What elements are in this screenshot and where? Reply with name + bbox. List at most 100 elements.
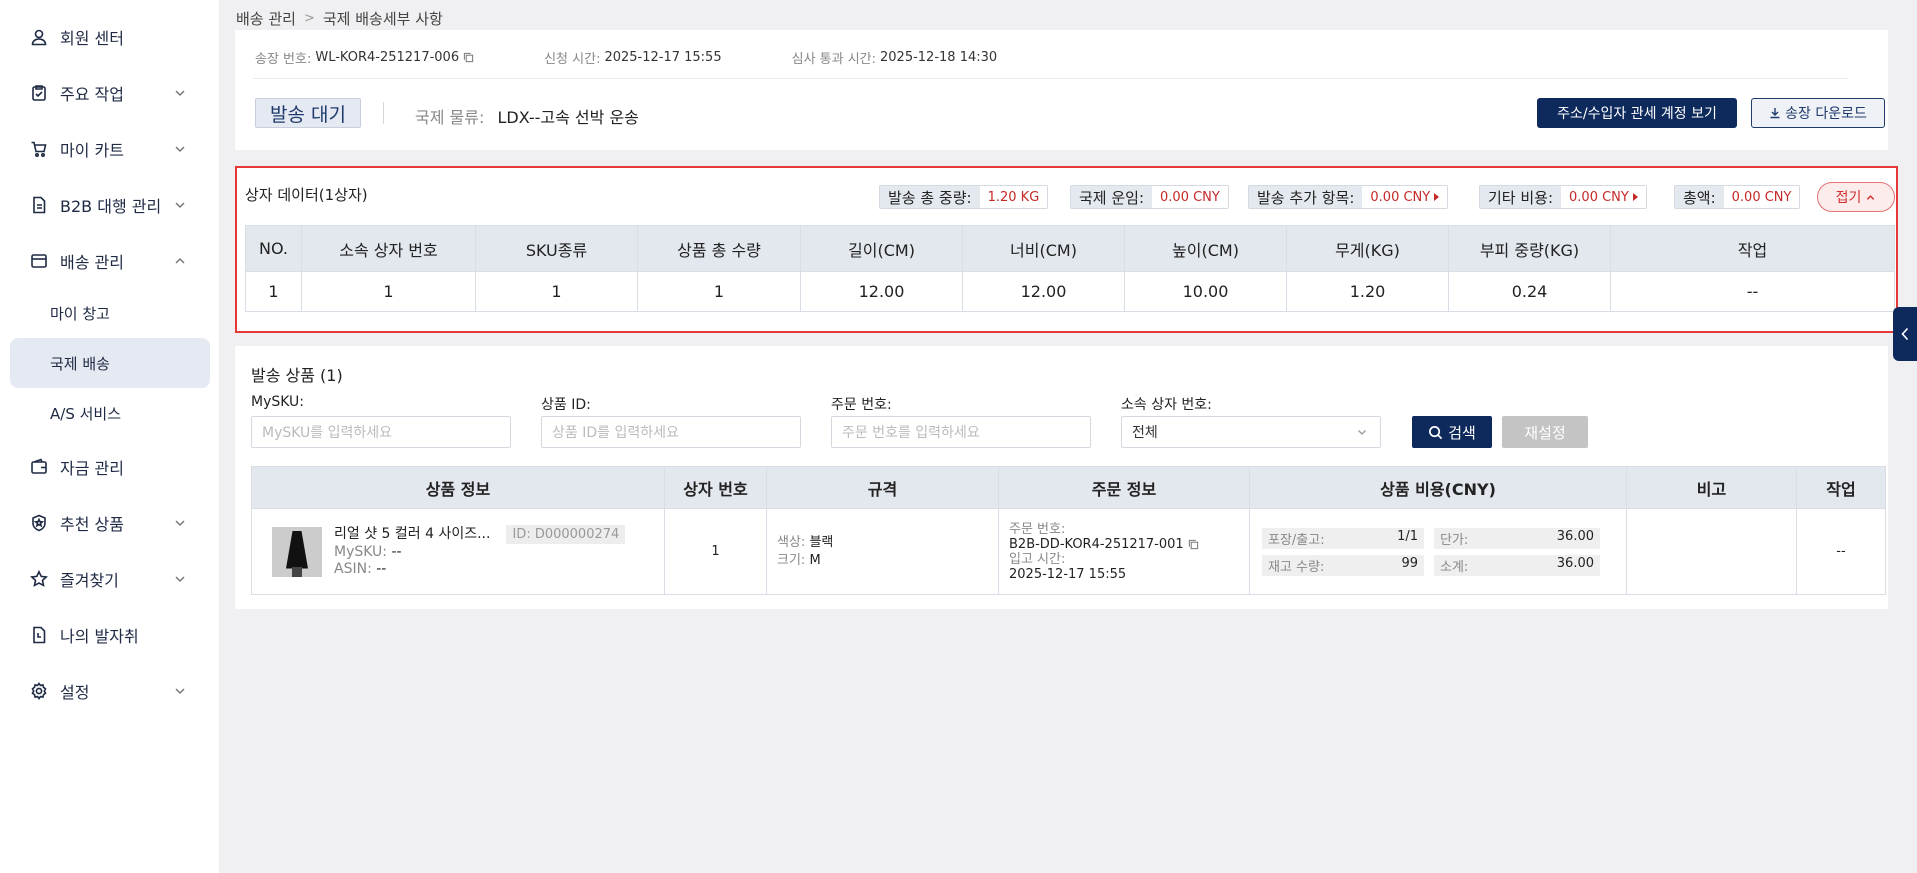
shipment-products-card: 발송 상품 (1) MySKU: MySKU를 입력하세요 상품 ID: 상품 … [235,346,1888,609]
sidebar-item-as-service[interactable]: A/S 서비스 [10,388,210,438]
mysku-label: MySKU: [334,544,388,560]
action-cell: -- [1796,508,1886,595]
box-data-card: 상자 데이터(1상자) 발송 총 중량: 1.20 KG 국제 운임: 0.00… [235,166,1898,333]
chevron-down-icon [175,202,185,209]
product-name[interactable]: 리얼 샷 5 컬러 4 사이즈... [334,526,490,542]
sidebar-item-label: 회원 센터 [60,29,124,48]
fold-button[interactable]: 접기 [1817,182,1895,212]
table-cell: 1 [301,271,476,312]
side-panel-toggle[interactable] [1893,307,1917,361]
asin-label: ASIN: [334,561,372,577]
table-cell: 0.24 [1448,271,1611,312]
unit-price-cell: 단가: 36.00 [1434,527,1600,549]
cart-icon [28,138,50,160]
column-header: 규격 [766,466,999,509]
box-number-cell: 1 [664,508,767,595]
view-address-button[interactable]: 주소/수입자 관세 계정 보기 [1537,98,1737,128]
filter-mysku: MySKU: MySKU를 입력하세요 [251,394,511,448]
filter-order-number: 주문 번호: 주문 번호를 입력하세요 [831,394,1091,448]
breadcrumb-parent[interactable]: 배송 관리 [236,8,296,29]
sidebar-item-label: B2B 대행 관리 [60,197,162,216]
table-cell: 1 [475,271,638,312]
cost-value: 36.00 [1556,528,1594,544]
user-icon [28,26,50,48]
asin-value: -- [376,561,387,577]
badge-star-icon [28,512,50,534]
column-header: 무게(KG) [1286,225,1449,272]
sidebar-item-label: 추천 상품 [60,515,124,534]
summary-other-fees[interactable]: 기타 비용: 0.00 CNY [1479,185,1647,209]
size-value: M [809,552,821,568]
stock-qty-cell: 재고 수량: 99 [1262,554,1424,576]
download-invoice-label: 송장 다운로드 [1785,106,1867,122]
sidebar-item-favorites[interactable]: 즐겨찾기 [10,554,210,604]
color-label: 색상: [777,534,806,550]
divider [383,102,384,124]
product-info-cell: 리얼 샷 5 컬러 4 사이즈... ID: D000000274 MySKU: … [251,508,665,595]
shipment-meta: 송장 번호: WL-KOR4-251217-006 신청 시간: 2025-12… [255,48,1067,67]
select-value: 전체 [1132,425,1158,441]
column-header: 부피 중량(KG) [1448,225,1611,272]
summary-label: 국제 운임: [1071,186,1153,208]
chevron-down-icon [175,688,185,695]
sidebar-item-label: 주요 작업 [60,85,124,104]
sidebar-item-label: 자금 관리 [60,459,124,478]
sidebar: 회원 센터 주요 작업 마이 카트 B2B 대행 관리 배송 관리 마이 창고 … [0,0,220,873]
box-number-select[interactable]: 전체 [1121,416,1381,448]
summary-intl-freight: 국제 운임: 0.00 CNY [1070,185,1229,209]
search-icon [1429,425,1443,439]
column-header: 상품 정보 [251,466,665,509]
cost-label: 재고 수량: [1268,559,1325,575]
chevron-down-icon [175,90,185,97]
sidebar-item-main-tasks[interactable]: 주요 작업 [10,68,210,118]
copy-icon[interactable] [1188,539,1199,550]
cost-value: 36.00 [1556,555,1594,571]
sidebar-item-b2b[interactable]: B2B 대행 관리 [10,180,210,230]
product-thumbnail[interactable] [272,526,322,577]
cost-value: 99 [1401,555,1418,571]
table-cell: 1 [245,271,302,312]
product-id-input[interactable]: 상품 ID를 입력하세요 [541,416,801,448]
reset-button[interactable]: 재설정 [1502,416,1588,448]
fold-label: 접기 [1835,190,1862,206]
copy-icon[interactable] [463,52,474,63]
sidebar-item-settings[interactable]: 설정 [10,666,210,716]
column-header: 소속 상자 번호 [301,225,476,272]
summary-total: 총액: 0.00 CNY [1674,185,1801,209]
table-cell: 1 [637,271,801,312]
table-header-row: 상품 정보 상자 번호 규격 주문 정보 상품 비용(CNY) 비고 작업 [251,466,1886,509]
search-button[interactable]: 검색 [1412,416,1492,448]
download-invoice-button[interactable]: 송장 다운로드 [1751,98,1885,128]
summary-value: 1.20 KG [979,186,1048,208]
cost-value: 1/1 [1397,528,1418,544]
column-header: 상품 비용(CNY) [1249,466,1627,509]
cost-label: 소계: [1440,559,1469,575]
box-icon [28,250,50,272]
sidebar-item-label: 설정 [60,683,90,702]
table-cell: 10.00 [1124,271,1287,312]
summary-extra-items[interactable]: 발송 추가 항목: 0.00 CNY [1248,185,1449,209]
chevron-left-icon [1901,327,1909,341]
sidebar-item-my-warehouse[interactable]: 마이 창고 [10,288,210,338]
sidebar-item-shipping[interactable]: 배송 관리 [10,236,210,286]
filter-label: 소속 상자 번호: [1121,397,1212,413]
summary-total-weight: 발송 총 중량: 1.20 KG [879,185,1049,209]
sidebar-item-footprints[interactable]: 나의 발자취 [10,610,210,660]
sidebar-item-international-shipping[interactable]: 국제 배송 [10,338,210,388]
review-time: 2025-12-18 14:30 [880,50,998,65]
sidebar-item-my-cart[interactable]: 마이 카트 [10,124,210,174]
sidebar-item-recommended[interactable]: 추천 상품 [10,498,210,548]
order-number-input[interactable]: 주문 번호를 입력하세요 [831,416,1091,448]
mysku-input[interactable]: MySKU를 입력하세요 [251,416,511,448]
sidebar-item-funds[interactable]: 자금 관리 [10,442,210,492]
star-icon [28,568,50,590]
order-number-value: B2B-DD-KOR4-251217-001 [1009,536,1184,552]
table-cell: -- [1610,271,1895,312]
order-info-cell: 주문 번호: B2B-DD-KOR4-251217-001 입고 시간: 202… [998,508,1250,595]
spec-cell: 색상: 블랙 크기: M [766,508,999,595]
apply-time: 2025-12-17 15:55 [604,50,722,65]
history-icon [28,624,50,646]
breadcrumb: 배송 관리 > 국제 배송세부 사항 [236,8,443,29]
sidebar-item-member-center[interactable]: 회원 센터 [10,12,210,62]
caret-right-icon [1434,193,1440,201]
